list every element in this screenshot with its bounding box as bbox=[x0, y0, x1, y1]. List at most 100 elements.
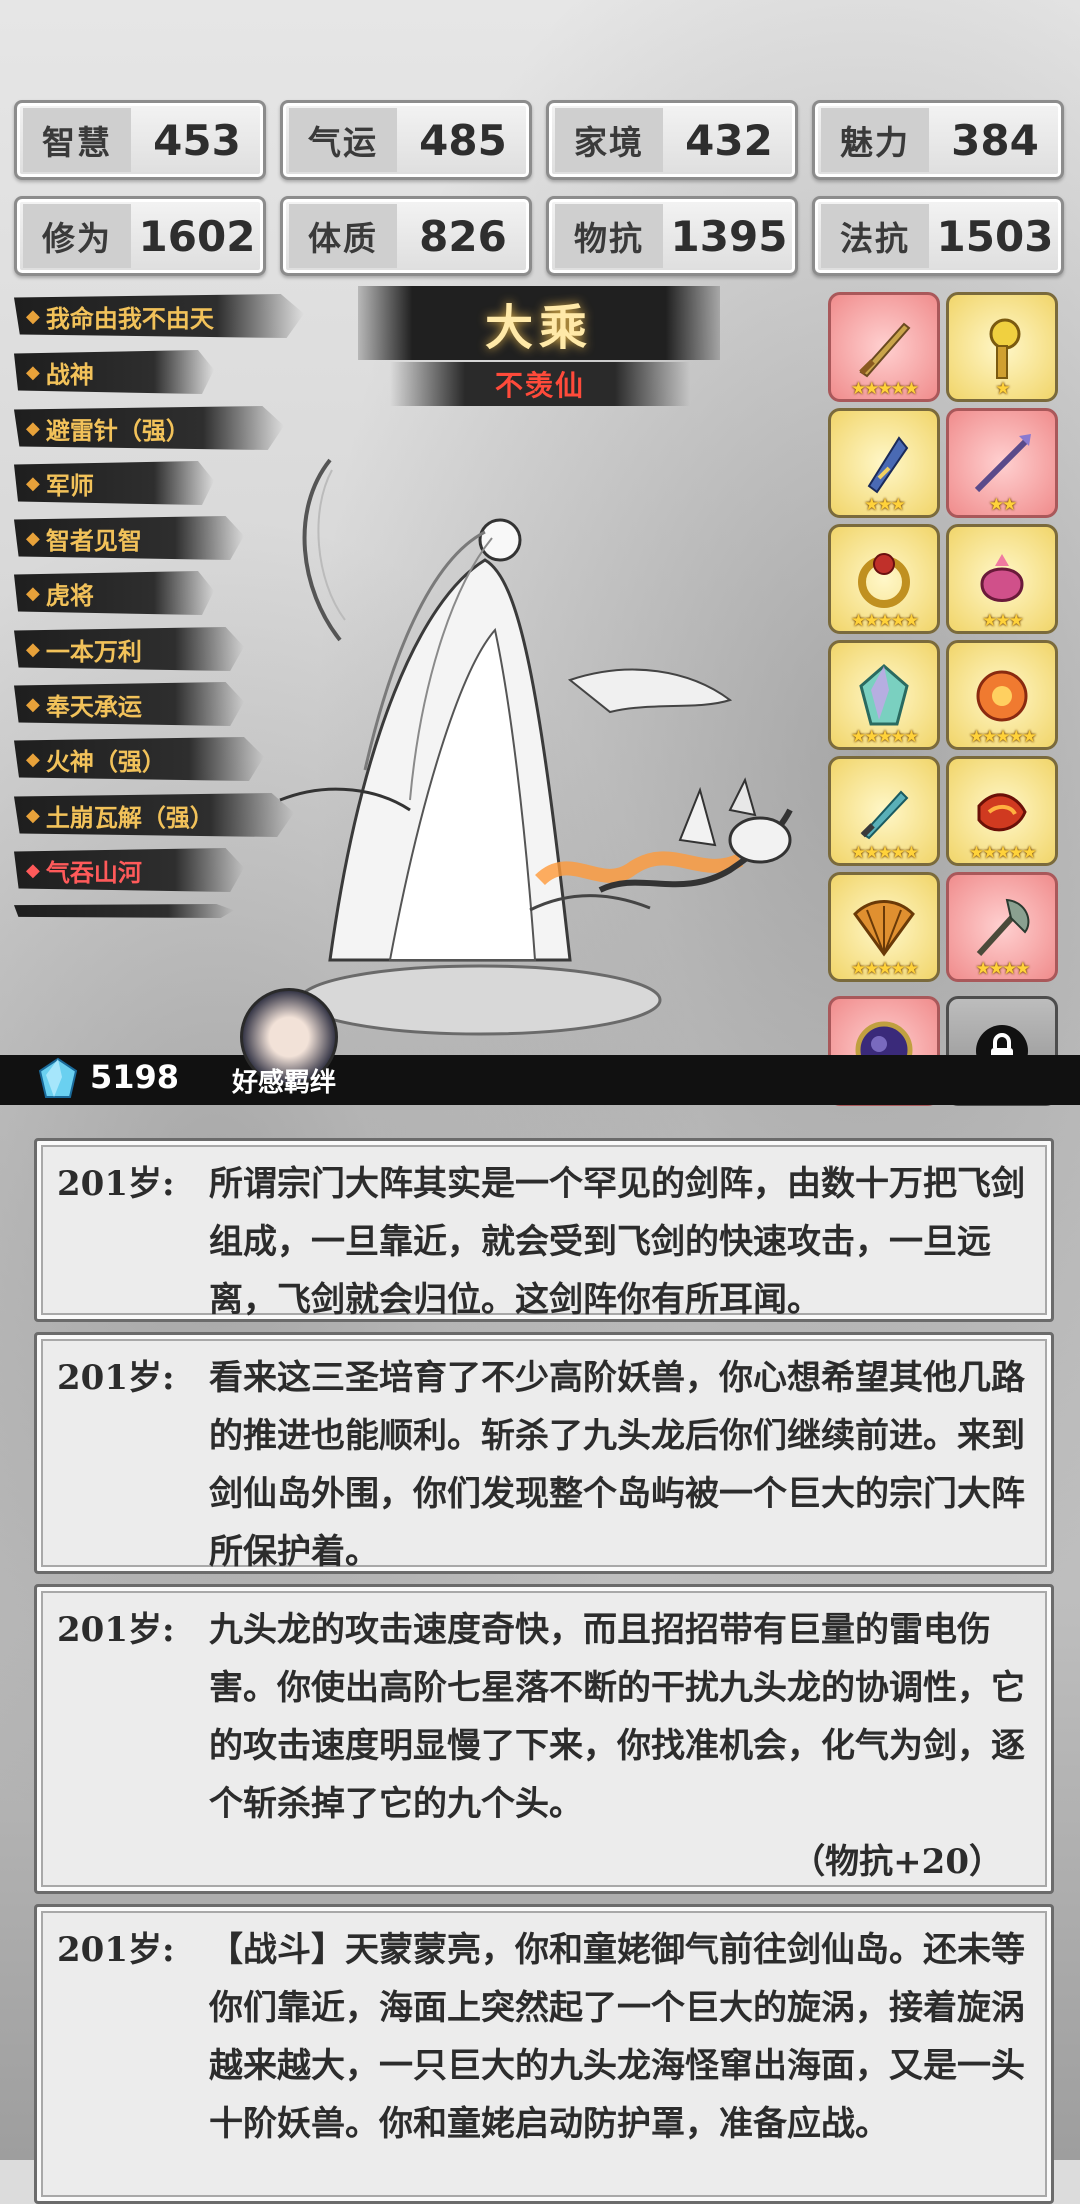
stat-label: 体质 bbox=[289, 204, 397, 268]
diamond-icon: ◆ bbox=[26, 804, 40, 826]
stat-luck: 气运 485 bbox=[280, 100, 532, 180]
event-age: 201岁: bbox=[57, 1610, 175, 1650]
scepter-icon bbox=[989, 318, 1021, 379]
stat-family: 家境 432 bbox=[546, 100, 798, 180]
stat-label: 修为 bbox=[23, 204, 131, 268]
spirit-stone-count: 5198 bbox=[90, 1058, 180, 1096]
skill-item[interactable]: ◆ 火神（强） bbox=[14, 737, 264, 781]
skill-label: 虎将 bbox=[45, 580, 94, 610]
skill-item[interactable]: ◆ 避雷针（强） bbox=[14, 406, 284, 450]
sword-icon bbox=[859, 322, 911, 378]
equipment-slot[interactable]: ★★★★★ bbox=[946, 756, 1058, 866]
equipment-slot[interactable]: ★★★★★ bbox=[828, 640, 940, 750]
skill-item[interactable]: ◆ 我命由我不由天 bbox=[14, 294, 304, 338]
diamond-icon: ◆ bbox=[26, 305, 40, 327]
blade-icon bbox=[867, 436, 909, 494]
star-rating: ★★★★★ bbox=[850, 843, 919, 863]
star-rating: ★★★ bbox=[864, 495, 906, 515]
star-rating: ★★★★ bbox=[975, 959, 1031, 979]
axe-icon bbox=[976, 898, 1030, 957]
stat-value: 1395 bbox=[670, 211, 788, 261]
skill-label: 智者见智 bbox=[45, 525, 142, 555]
event-log-entry: 201岁: 所谓宗门大阵其实是一个罕见的剑阵，由数十万把飞剑组成，一旦靠近，就会… bbox=[34, 1138, 1054, 1322]
event-age: 201岁: bbox=[57, 1930, 175, 1970]
diamond-icon: ◆ bbox=[26, 472, 40, 494]
stat-magic-resist: 法抗 1503 bbox=[812, 196, 1064, 276]
fire-scroll-icon bbox=[977, 793, 1027, 832]
star-rating: ★★★★★ bbox=[850, 611, 919, 631]
flame-orb-icon bbox=[976, 670, 1028, 722]
diamond-icon: ◆ bbox=[26, 748, 40, 770]
stat-value: 1503 bbox=[936, 211, 1054, 261]
star-rating: ★★★★★ bbox=[850, 379, 919, 399]
star-rating: ★★ bbox=[988, 495, 1017, 515]
stat-charm: 魅力 384 bbox=[812, 100, 1064, 180]
event-age: 201岁: bbox=[57, 1358, 175, 1398]
stat-value: 384 bbox=[951, 115, 1039, 165]
stat-label: 智慧 bbox=[23, 108, 131, 172]
event-text: 【战斗】天蒙蒙亮，你和童姥御气前往剑仙岛。还未等你们靠近，海面上突然起了一个巨大… bbox=[209, 1930, 1025, 2144]
star-rating: ★★★ bbox=[982, 611, 1024, 631]
spirit-stone-icon bbox=[38, 1057, 78, 1098]
skill-item[interactable]: ◆ 气吞山河 bbox=[14, 848, 244, 892]
event-log-entry: 201岁: 九头龙的攻击速度奇快，而且招招带有巨量的雷电伤害。你使出高阶七星落不… bbox=[34, 1584, 1054, 1894]
diamond-icon: ◆ bbox=[26, 693, 40, 715]
diamond-icon: ◆ bbox=[26, 527, 40, 549]
star-rating: ★★★★★ bbox=[968, 727, 1037, 747]
skill-item[interactable]: ◆ 奉天承运 bbox=[14, 682, 244, 726]
equipment-slot[interactable]: ★★ bbox=[946, 408, 1058, 518]
pouch-icon bbox=[980, 554, 1024, 602]
stat-wisdom: 智慧 453 bbox=[14, 100, 266, 180]
favor-label[interactable]: 好感羁绊 bbox=[232, 1062, 336, 1099]
skill-item[interactable]: ◆ 战神 bbox=[14, 350, 214, 394]
equipment-slot[interactable]: ★★★ bbox=[946, 524, 1058, 634]
equipment-slot[interactable]: ★★★★★ bbox=[828, 292, 940, 402]
equipment-slot[interactable]: ★★★★ bbox=[946, 872, 1058, 982]
event-log-entry: 201岁: 看来这三圣培育了不少高阶妖兽，你心想希望其他几路的推进也能顺利。斩杀… bbox=[34, 1332, 1054, 1574]
diamond-icon: ◆ bbox=[26, 361, 40, 383]
skill-label: 避雷针（强） bbox=[45, 415, 190, 445]
stat-label: 物抗 bbox=[555, 204, 663, 268]
equipment-slot[interactable]: ★★★ bbox=[828, 408, 940, 518]
skill-item-partial[interactable] bbox=[14, 904, 234, 918]
diamond-icon: ◆ bbox=[26, 638, 40, 660]
diamond-icon: ◆ bbox=[26, 417, 40, 439]
stat-label: 魅力 bbox=[821, 108, 929, 172]
star-rating: ★★★★★ bbox=[850, 959, 919, 979]
ring-icon bbox=[858, 553, 910, 608]
skill-label: 火神（强） bbox=[45, 746, 166, 776]
skill-label: 一本万利 bbox=[45, 636, 142, 666]
event-text: 所谓宗门大阵其实是一个罕见的剑阵，由数十万把飞剑组成，一旦靠近，就会受到飞剑的快… bbox=[209, 1164, 1025, 1320]
skill-label: 气吞山河 bbox=[45, 857, 142, 887]
equipment-slot[interactable]: ★★★★★ bbox=[946, 640, 1058, 750]
event-text: 看来这三圣培育了不少高阶妖兽，你心想希望其他几路的推进也能顺利。斩杀了九头龙后你… bbox=[209, 1358, 1025, 1572]
spear-icon bbox=[974, 434, 1031, 493]
skill-item[interactable]: ◆ 虎将 bbox=[14, 571, 214, 615]
realm-subtitle: 不羡仙 bbox=[390, 362, 690, 406]
skill-label: 战神 bbox=[45, 359, 94, 389]
equipment-slot[interactable]: ★★★★★ bbox=[828, 524, 940, 634]
equipment-slot[interactable]: ★ bbox=[946, 292, 1058, 402]
skill-item[interactable]: ◆ 智者见智 bbox=[14, 516, 244, 560]
dragon-pet-illustration bbox=[535, 777, 793, 893]
event-log-entry: 201岁: 【战斗】天蒙蒙亮，你和童姥御气前往剑仙岛。还未等你们靠近，海面上突然… bbox=[34, 1904, 1054, 2204]
skill-item[interactable]: ◆ 土崩瓦解（强） bbox=[14, 793, 294, 837]
equipment-slot[interactable]: ★★★★★ bbox=[828, 872, 940, 982]
stat-value: 1602 bbox=[138, 211, 256, 261]
star-rating: ★ bbox=[995, 379, 1010, 399]
equipment-slot[interactable]: ★★★★★ bbox=[828, 756, 940, 866]
skill-item[interactable]: ◆ 一本万利 bbox=[14, 627, 244, 671]
star-rating: ★★★★★ bbox=[968, 843, 1037, 863]
stat-value: 432 bbox=[685, 115, 773, 165]
event-stat-gain: （物抗+20） bbox=[791, 1842, 1003, 1882]
crystal-icon bbox=[859, 664, 909, 726]
diamond-icon: ◆ bbox=[26, 859, 40, 881]
diamond-icon: ◆ bbox=[26, 582, 40, 604]
dagger-icon bbox=[860, 790, 909, 840]
stat-label: 家境 bbox=[555, 108, 663, 172]
skill-item[interactable]: ◆ 军师 bbox=[14, 461, 214, 505]
stat-label: 法抗 bbox=[821, 204, 929, 268]
stat-value: 453 bbox=[153, 115, 241, 165]
realm-title: 大乘 bbox=[358, 286, 720, 360]
skill-label: 军师 bbox=[45, 470, 94, 500]
